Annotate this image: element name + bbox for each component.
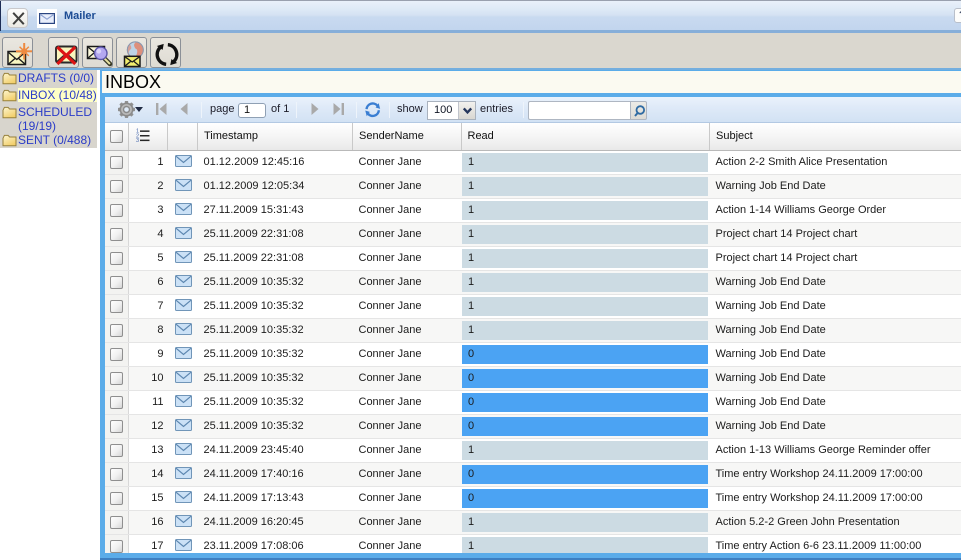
svg-text:3: 3 [136, 138, 139, 142]
